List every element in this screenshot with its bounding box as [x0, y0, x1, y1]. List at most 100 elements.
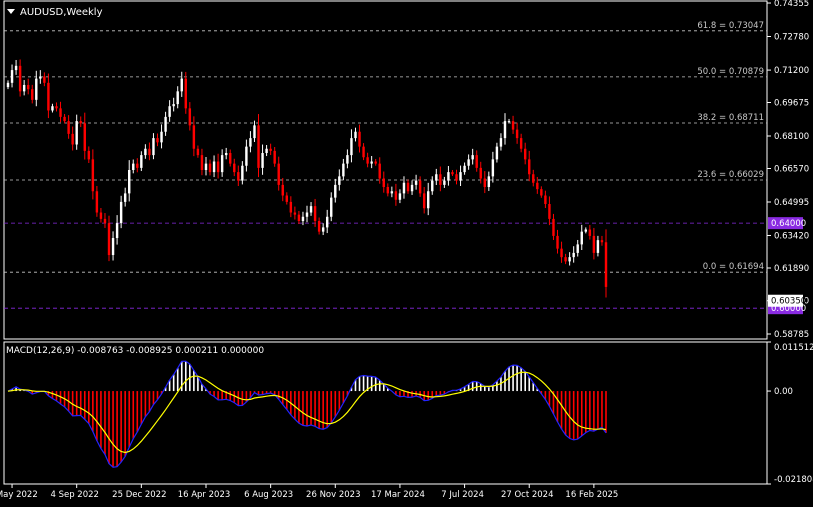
- candle-bull: [459, 172, 462, 181]
- candle-bull: [152, 138, 155, 156]
- macd-header: MACD(12,26,9) -0.008763 -0.008925 0.0002…: [6, 346, 264, 356]
- candle-bull: [338, 176, 341, 185]
- fibonacci-levels: 61.8 = 0.73047 50.0 = 0.70879 38.2 = 0.687…: [4, 21, 767, 273]
- candle-bull: [140, 155, 143, 168]
- candle-bull: [471, 155, 474, 160]
- fib-level-label: 38.2 = 0.68711: [697, 113, 764, 123]
- candle-bull: [321, 227, 325, 232]
- candle-bear: [289, 201, 293, 213]
- candle-bull: [301, 216, 305, 222]
- candle-bull: [132, 163, 135, 170]
- price-tick-label: 0.74355: [774, 0, 809, 9]
- candle-bear: [455, 174, 458, 181]
- candle-bear: [515, 129, 519, 139]
- macd-tick-label: 0.00: [774, 387, 793, 397]
- candle-bear: [313, 206, 317, 222]
- price-tick-label: 0.68100: [774, 132, 809, 142]
- horizontal-levels: [4, 222, 767, 309]
- candle-bull: [495, 146, 499, 160]
- candle-bear: [95, 191, 99, 213]
- price-tick-label: 0.72780: [774, 33, 809, 43]
- price-axis: 0.74355 0.72780 0.71200 0.69675 0.68100 0.665…: [767, 0, 813, 485]
- chart-frames: [3, 0, 768, 485]
- candle-bull: [204, 163, 208, 170]
- candle-bear: [257, 125, 260, 168]
- candle-bear: [394, 191, 398, 200]
- candle-bull: [75, 121, 78, 145]
- candle-bull: [499, 138, 503, 147]
- candle-bull: [168, 106, 171, 117]
- current-price-label: 0.60350: [771, 297, 806, 307]
- candle-bear: [200, 155, 204, 170]
- candle-bull: [330, 197, 333, 217]
- candle-bull: [176, 91, 179, 105]
- candle-bull: [572, 252, 575, 258]
- price-tick-label: 0.69675: [774, 99, 809, 109]
- fib-level-label: 61.8 = 0.73047: [697, 21, 764, 31]
- candle-bear: [107, 223, 111, 256]
- chart-menu-triangle-icon[interactable]: [7, 9, 15, 14]
- chart-window[interactable]: 61.8 = 0.73047 50.0 = 0.70879 38.2 = 0.687…: [0, 0, 813, 503]
- candle-bear: [479, 167, 482, 179]
- candle-bear: [358, 131, 361, 147]
- candle-bear: [297, 214, 301, 222]
- candle-bull: [354, 131, 357, 139]
- candle-bull: [435, 174, 438, 181]
- fib-level-label: 0.0 = 0.61694: [703, 262, 764, 272]
- candle-bear: [544, 195, 547, 205]
- candle-bull: [128, 170, 131, 194]
- candlestick-series: [6, 59, 608, 298]
- candle-bear: [532, 174, 535, 183]
- candle-bull: [249, 138, 252, 147]
- chart-canvas[interactable]: 61.8 = 0.73047 50.0 = 0.70879 38.2 = 0.687…: [0, 0, 813, 503]
- candle-bull: [463, 165, 466, 173]
- candle-bear: [418, 180, 422, 194]
- candle-bear: [47, 82, 50, 111]
- time-tick-label: 6 Aug 2023: [244, 490, 293, 500]
- price-tick-label: 0.71200: [774, 66, 809, 76]
- candle-bull: [51, 106, 54, 111]
- macd-pane-frame: [3, 341, 768, 485]
- candle-bull: [180, 78, 183, 92]
- candle-bear: [386, 187, 390, 194]
- candle-bear: [103, 218, 107, 224]
- time-tick-label: 7 Jul 2024: [441, 490, 484, 500]
- candle-bear: [91, 159, 95, 192]
- candle-bear: [528, 159, 531, 175]
- candle-bull: [261, 152, 264, 168]
- candle-bull: [487, 176, 491, 188]
- candle-bull: [22, 84, 26, 92]
- candle-bear: [483, 178, 486, 188]
- candle-bear: [233, 163, 236, 173]
- candle-bear: [317, 221, 321, 232]
- candle-bear: [55, 106, 58, 109]
- candle-bull: [245, 146, 248, 166]
- macd-histogram: [11, 361, 607, 468]
- candle-bull: [241, 165, 244, 181]
- candle-bear: [156, 138, 159, 143]
- time-tick-label: 15 May 2022: [0, 490, 38, 500]
- time-axis: 15 May 2022 4 Sep 2022 25 Dec 2022 16 Apr 2…: [0, 484, 618, 500]
- candle-bull: [467, 159, 470, 166]
- candle-bull: [212, 161, 216, 173]
- candle-bull: [10, 70, 14, 83]
- time-tick-label: 16 Feb 2025: [565, 490, 618, 500]
- candle-bull: [220, 155, 224, 173]
- candle-bear: [79, 121, 82, 124]
- macd-tick-label: -0.021808: [774, 475, 813, 485]
- candle-bear: [604, 242, 608, 287]
- chart-header: AUDUSD,Weekly MACD(12,26,9) -0.008763 -0…: [6, 7, 264, 356]
- candle-bear: [382, 178, 385, 188]
- candle-bear: [99, 212, 103, 219]
- candle-bear: [196, 148, 200, 156]
- candle-bear: [208, 163, 212, 173]
- candle-bull: [431, 180, 434, 192]
- candle-bull: [568, 257, 571, 262]
- candle-bull: [325, 216, 329, 228]
- candle-bull: [491, 159, 495, 177]
- candle-bull: [427, 191, 430, 209]
- candle-bear: [273, 150, 276, 164]
- candle-bear: [552, 218, 555, 236]
- symbol-label: AUDUSD,Weekly: [20, 7, 103, 18]
- candle-bear: [277, 163, 280, 185]
